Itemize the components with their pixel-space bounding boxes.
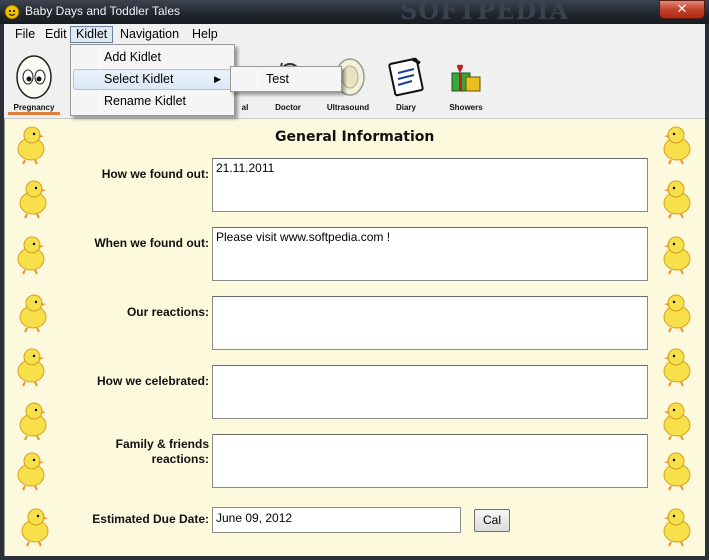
menu-navigation[interactable]: Navigation <box>115 26 184 43</box>
chick-icon <box>21 508 49 547</box>
tool-label: Diary <box>395 103 416 112</box>
menu-item-label: Select Kidlet <box>104 72 174 86</box>
chick-icon <box>663 294 691 333</box>
chick-icon <box>19 402 47 441</box>
when-found-out-field[interactable]: Please visit www.softpedia.com ! <box>212 227 648 281</box>
submenu-arrow-icon: ▶ <box>214 74 221 84</box>
tool-label: Doctor <box>275 103 301 112</box>
page-title: General Information <box>275 129 435 145</box>
family-friends-reactions-field[interactable] <box>212 434 648 488</box>
menu-bar: File Edit Kidlet Navigation Help <box>0 24 709 45</box>
chick-icon <box>663 402 691 441</box>
tool-diary[interactable]: Diary <box>378 51 434 115</box>
chick-icon <box>663 508 691 547</box>
chick-icon <box>663 180 691 219</box>
chick-icon <box>663 452 691 491</box>
our-reactions-field[interactable] <box>212 296 648 350</box>
how-celebrated-field[interactable] <box>212 365 648 419</box>
window-frame-right <box>705 45 709 560</box>
chick-icon <box>17 348 45 387</box>
tool-pregnancy[interactable]: Pregnancy <box>6 51 62 115</box>
watermark: SOFTPEDIA <box>400 0 570 25</box>
chick-icon <box>17 126 45 165</box>
submenu-item-test[interactable]: Test <box>233 69 339 90</box>
chick-icon <box>17 236 45 275</box>
label-family-friends-reactions: Family & friends reactions: <box>115 437 209 466</box>
tool-label: Pregnancy <box>13 103 55 112</box>
chick-icon <box>663 348 691 387</box>
close-button[interactable]: ✕ <box>659 0 705 19</box>
tool-label: Showers <box>449 103 483 112</box>
how-found-out-field[interactable]: 21.11.2011 <box>212 158 648 212</box>
menu-item-select-kidlet[interactable]: Select Kidlet ▶ <box>73 69 232 90</box>
kidlet-dropdown-menu: Add Kidlet Select Kidlet ▶ Rename Kidlet <box>70 44 235 116</box>
menu-item-rename-kidlet[interactable]: Rename Kidlet <box>73 91 232 112</box>
menu-item-add-kidlet[interactable]: Add Kidlet <box>73 47 232 68</box>
pregnancy-egg-icon <box>16 55 52 99</box>
menu-kidlet[interactable]: Kidlet <box>70 26 114 43</box>
selected-indicator <box>8 112 60 115</box>
menu-file[interactable]: File <box>10 26 40 43</box>
menu-edit[interactable]: Edit <box>40 26 72 43</box>
chick-icon <box>663 126 691 165</box>
chick-icon <box>17 452 45 491</box>
gift-icon <box>451 64 481 92</box>
tool-label: Ultrasound <box>326 103 370 112</box>
select-kidlet-submenu: Test <box>230 66 342 92</box>
general-information-panel: General Information How we found out: 21… <box>4 119 705 556</box>
chick-icon <box>19 180 47 219</box>
menu-help[interactable]: Help <box>187 26 223 43</box>
chick-icon <box>19 294 47 333</box>
window-title: Baby Days and Toddler Tales <box>25 4 180 18</box>
diary-icon <box>388 57 424 97</box>
tool-showers[interactable]: Showers <box>438 51 494 115</box>
chick-icon <box>663 236 691 275</box>
calendar-button[interactable]: Cal <box>474 509 510 532</box>
title-bar: Baby Days and Toddler Tales SOFTPEDIA ✕ <box>0 0 709 25</box>
due-date-field[interactable]: June 09, 2012 <box>212 507 461 533</box>
window-frame-bottom <box>0 556 709 560</box>
app-sun-icon <box>4 4 20 20</box>
